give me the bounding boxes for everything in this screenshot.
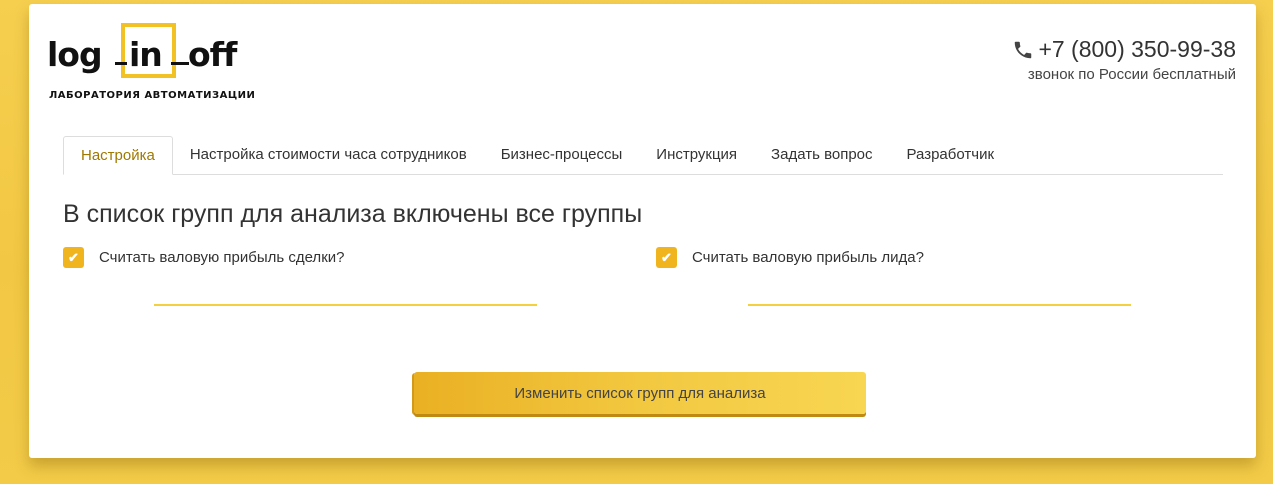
logo-tagline: ЛАБОРАТОРИЯ АВТОМАТИЗАЦИИ [49,90,256,101]
phone-icon [1012,39,1034,61]
logo[interactable]: log in off ЛАБОРАТОРИЯ АВТОМАТИЗАЦИИ [47,20,257,106]
contacts: +7 (800) 350-99-38 звонок по России бесп… [1012,38,1236,83]
tab-developer[interactable]: Разработчик [890,136,1011,174]
tab-ask-question[interactable]: Задать вопрос [754,136,889,174]
logo-word-log: log [47,35,103,74]
deal-profit-option[interactable]: ✔ Считать валовую прибыль сделки? [63,247,344,268]
lead-profit-checkbox[interactable]: ✔ [656,247,677,268]
tab-settings[interactable]: Настройка [63,136,173,175]
deal-profit-label: Считать валовую прибыль сделки? [99,249,345,266]
tab-employee-hour-cost[interactable]: Настройка стоимости часа сотрудников [173,136,484,174]
main-card: log in off ЛАБОРАТОРИЯ АВТОМАТИЗАЦИИ +7 … [29,4,1256,458]
page-title: В список групп для анализа включены все … [63,200,643,228]
logo-word-off: off [188,35,237,74]
deal-profit-checkbox[interactable]: ✔ [63,247,84,268]
deal-profit-divider [154,304,537,306]
tab-business-processes[interactable]: Бизнес-процессы [484,136,640,174]
phone-note: звонок по России бесплатный [1027,66,1236,83]
lead-profit-option[interactable]: ✔ Считать валовую прибыль лида? [656,247,924,268]
change-group-list-button[interactable]: Изменить список групп для анализа [414,372,866,414]
tab-instructions[interactable]: Инструкция [639,136,754,174]
logo-connector-left [115,62,127,65]
lead-profit-divider [748,304,1131,306]
phone-number[interactable]: +7 (800) 350-99-38 [1038,38,1236,61]
tab-bar: Настройка Настройка стоимости часа сотру… [63,134,1223,175]
phone-row[interactable]: +7 (800) 350-99-38 [1012,38,1236,61]
logo-word-in: in [129,35,163,74]
lead-profit-label: Считать валовую прибыль лида? [692,249,924,266]
logo-connector-right [171,62,189,65]
